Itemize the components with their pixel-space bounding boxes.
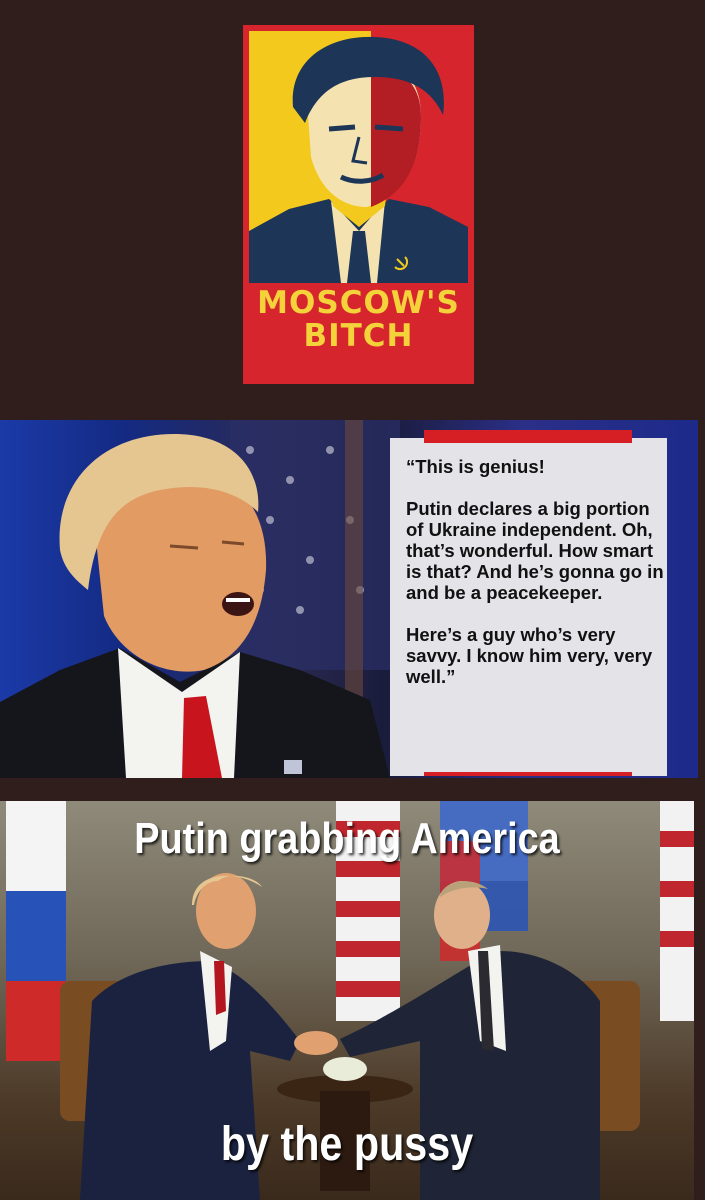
poster-portrait bbox=[249, 31, 468, 283]
quote-paragraph-2: Putin declares a big portion of Ukraine … bbox=[406, 498, 664, 603]
handshake-panel: Putin grabbing America by the pussy bbox=[0, 801, 694, 1200]
poster-caption-line1: MOSCOW'S bbox=[257, 285, 460, 321]
quote-accent-bar bbox=[424, 430, 632, 443]
quote-line1: “This is genius! bbox=[406, 456, 545, 477]
quote-paragraph-3: Here’s a guy who’s very savvy. I know hi… bbox=[406, 624, 653, 687]
meme-top-text: Putin grabbing America bbox=[134, 814, 560, 863]
quote-text: “This is genius! Putin declares a big po… bbox=[406, 456, 664, 687]
collage: MOSCOW'S BITCH “This is genius! Putin de… bbox=[0, 0, 705, 1200]
propaganda-poster: MOSCOW'S BITCH bbox=[243, 25, 474, 384]
meme-bottom-text: by the pussy bbox=[220, 1118, 474, 1171]
quote-accent-bar-bottom bbox=[424, 772, 632, 776]
poster-caption: MOSCOW'S BITCH bbox=[243, 287, 474, 353]
poster-panel: MOSCOW'S BITCH bbox=[0, 0, 698, 418]
quote-panel: “This is genius! Putin declares a big po… bbox=[0, 420, 698, 778]
poster-caption-line2: BITCH bbox=[303, 318, 414, 354]
